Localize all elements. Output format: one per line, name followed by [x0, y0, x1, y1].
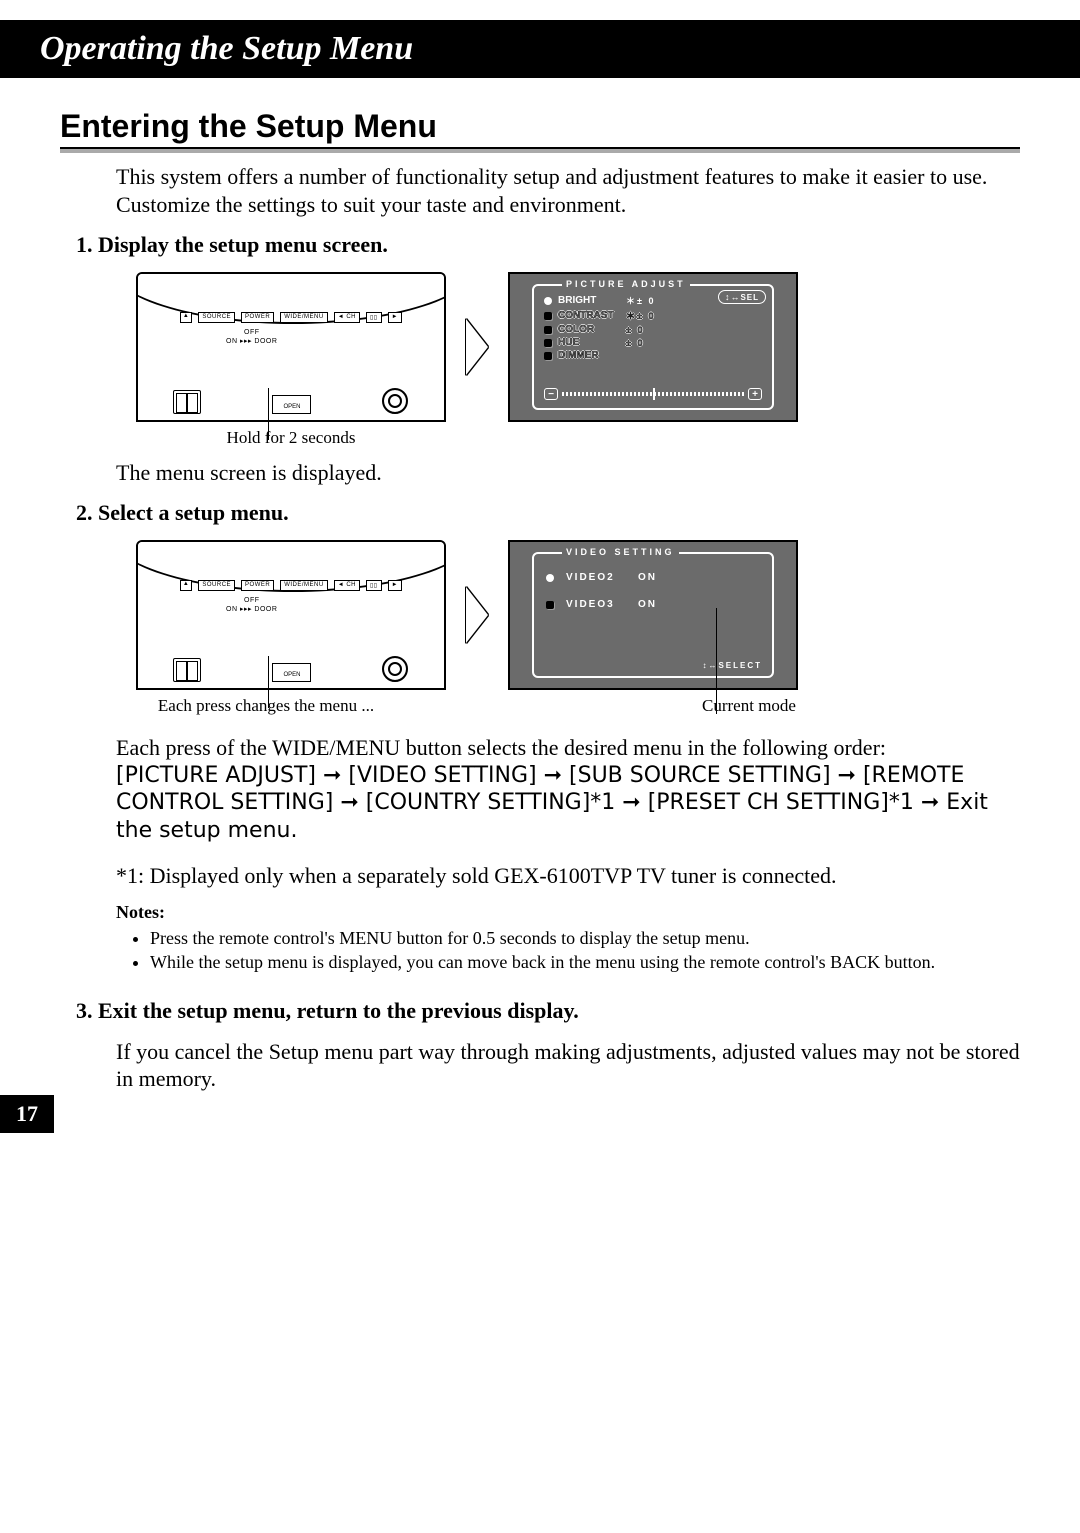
selected-bullet-icon	[546, 574, 554, 582]
chapter-banner: Operating the Setup Menu	[0, 20, 1080, 78]
osd1-row-hue: HUE ± 0	[544, 337, 772, 348]
device-illustration-1: ▲ SOURCE POWER WIDE/MENU ◄ CH ▯▯ ► OFF O…	[136, 272, 446, 422]
widemenu-button: WIDE/MENU	[280, 312, 328, 323]
osd2-value: ON	[638, 599, 657, 610]
footnote-1: *1: Displayed only when a separately sol…	[116, 862, 1020, 890]
ch-pair-button: ▯▯	[366, 580, 382, 591]
osd1-label: BRIGHT	[558, 295, 620, 306]
step1-figure-row: ▲ SOURCE POWER WIDE/MENU ◄ CH ▯▯ ► OFF O…	[136, 272, 1020, 422]
osd1-value: ＊± 0	[626, 309, 655, 322]
page-number: 17	[0, 1095, 54, 1133]
notes-list: Press the remote control's MENU button f…	[132, 927, 1020, 974]
widemenu-button: WIDE/MENU	[280, 580, 328, 591]
osd2-footer: ↕↔SELECT	[702, 661, 762, 670]
osd1-row-color: COLOR ± 0	[544, 324, 772, 335]
osd1-label: CONTRAST	[558, 310, 620, 321]
notes-heading: Notes:	[116, 902, 1020, 923]
device-illustration-2: ▲ SOURCE POWER WIDE/MENU ◄ CH ▯▯ ► OFF O…	[136, 540, 446, 690]
callout-line	[268, 656, 269, 708]
on-door-label: ON ▸▸▸ DOOR	[226, 337, 277, 345]
up-arrow-button: ▲	[180, 580, 192, 591]
step1-result-text: The menu screen is displayed.	[116, 460, 1020, 486]
ch-left-button: ◄ CH	[334, 312, 360, 323]
menu-sequence-text: [PICTURE ADJUST] ➞ [VIDEO SETTING] ➞ [SU…	[116, 762, 1020, 845]
osd1-value: ± 0	[626, 338, 644, 348]
unselected-bullet-icon	[544, 339, 552, 347]
selected-bullet-icon	[544, 297, 552, 305]
rocker-switch	[173, 658, 201, 682]
step3-body: If you cancel the Setup menu part way th…	[116, 1038, 1020, 1093]
source-button: SOURCE	[198, 580, 235, 591]
ch-right-button: ►	[388, 312, 402, 323]
note-item: While the setup menu is displayed, you c…	[150, 951, 1020, 974]
minus-box-icon: −	[544, 388, 558, 400]
osd1-label: HUE	[558, 337, 620, 348]
plus-box-icon: +	[748, 388, 762, 400]
callout-line	[716, 608, 717, 714]
osd1-row-dimmer: DIMMER	[544, 350, 772, 361]
step2-caption-left: Each press changes the menu ...	[136, 696, 396, 716]
power-button: POWER	[241, 312, 274, 323]
open-button: OPEN	[272, 663, 311, 682]
osd2-title: VIDEO SETTING	[562, 547, 679, 557]
explain-text-1: Each press of the WIDE/MENU button selec…	[116, 734, 1020, 762]
select-label: SELECT	[718, 661, 762, 670]
unselected-bullet-icon	[544, 312, 552, 320]
unselected-bullet-icon	[544, 326, 552, 334]
ch-right-button: ►	[388, 580, 402, 591]
osd2-value: ON	[638, 572, 657, 583]
step2-caption-right: Current mode	[674, 696, 824, 716]
osd2-row-video2: VIDEO2 ON	[546, 572, 657, 583]
osd2-label: VIDEO3	[566, 599, 626, 610]
wedge-arrow-icon	[466, 587, 488, 643]
step2-heading: 2. Select a setup menu.	[76, 500, 1020, 526]
note-item: Press the remote control's MENU button f…	[150, 927, 1020, 950]
osd1-label: COLOR	[558, 324, 620, 335]
osd1-slider: − +	[544, 388, 762, 400]
step2-figure-row: ▲ SOURCE POWER WIDE/MENU ◄ CH ▯▯ ► OFF O…	[136, 540, 1020, 690]
dial-control	[382, 388, 408, 414]
up-arrow-button: ▲	[180, 312, 192, 323]
osd-screen-video-setting: VIDEO SETTING VIDEO2 ON VIDEO3 ON ↕↔SELE…	[508, 540, 798, 690]
step3-heading: 3. Exit the setup menu, return to the pr…	[76, 998, 1020, 1024]
on-door-label: ON ▸▸▸ DOOR	[226, 605, 277, 613]
callout-line	[268, 388, 269, 440]
dial-control	[382, 656, 408, 682]
osd1-row-bright: BRIGHT ＊± 0	[544, 294, 772, 307]
osd1-value: ＊± 0	[626, 294, 655, 307]
osd-screen-picture-adjust: PICTURE ADJUST ↕↔SEL BRIGHT ＊± 0 CONTRAS…	[508, 272, 798, 422]
osd1-label: DIMMER	[558, 350, 620, 361]
osd1-value: ± 0	[626, 325, 644, 335]
wedge-arrow-icon	[466, 319, 488, 375]
osd1-row-contrast: CONTRAST ＊± 0	[544, 309, 772, 322]
section-title: Entering the Setup Menu	[60, 108, 1020, 149]
osd2-label: VIDEO2	[566, 572, 626, 583]
power-button: POWER	[241, 580, 274, 591]
intro-text: This system offers a number of functiona…	[116, 163, 1020, 218]
osd2-row-video3: VIDEO3 ON	[546, 599, 657, 610]
unselected-bullet-icon	[544, 352, 552, 360]
source-button: SOURCE	[198, 312, 235, 323]
step1-caption: Hold for 2 seconds	[136, 428, 446, 448]
open-button: OPEN	[272, 395, 311, 414]
off-label: OFF	[244, 597, 260, 604]
ch-left-button: ◄ CH	[334, 580, 360, 591]
rocker-switch	[173, 390, 201, 414]
step1-heading: 1. Display the setup menu screen.	[76, 232, 1020, 258]
osd1-title: PICTURE ADJUST	[562, 279, 690, 289]
ch-pair-button: ▯▯	[366, 312, 382, 323]
slider-track	[562, 392, 744, 396]
off-label: OFF	[244, 329, 260, 336]
unselected-bullet-icon	[546, 601, 554, 609]
